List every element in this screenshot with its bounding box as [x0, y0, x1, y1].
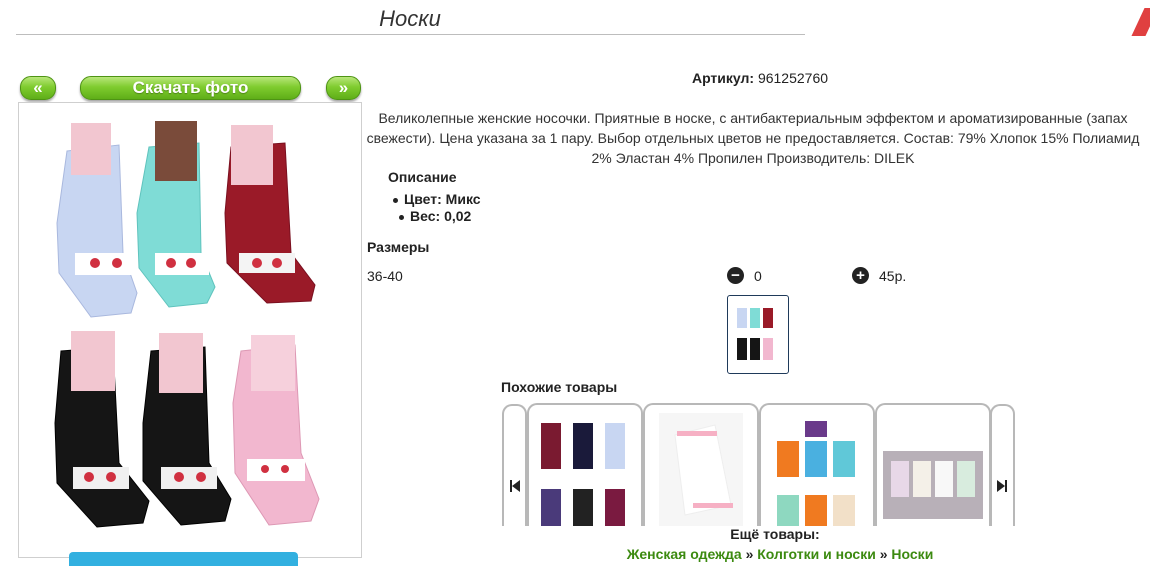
sock-black-1	[54, 331, 150, 528]
breadcrumb-separator: »	[745, 546, 754, 562]
article-value: 961252760	[757, 70, 829, 86]
close-icon[interactable]	[1131, 8, 1150, 36]
sizes-heading: Размеры	[367, 239, 430, 255]
sock-turquoise	[136, 121, 216, 308]
breadcrumb-womens-clothing[interactable]: Женская одежда	[627, 546, 742, 562]
attribute-weight: Вес: 0,02	[399, 208, 481, 225]
product-photo[interactable]	[18, 102, 362, 558]
attribute-color: Цвет: Микс	[393, 191, 481, 208]
quantity-value: 0	[754, 268, 762, 284]
product-thumbnail[interactable]	[727, 295, 789, 374]
article-label: Артикул:	[691, 70, 755, 86]
breadcrumb: Женская одежда » Колготки и носки » Носк…	[560, 546, 1000, 562]
plus-icon[interactable]: +	[852, 267, 869, 284]
download-photo-button[interactable]: Скачать фото	[80, 76, 301, 100]
carousel-next-button[interactable]	[990, 404, 1015, 526]
related-product-card[interactable]	[759, 403, 875, 526]
size-price: 45р.	[879, 268, 907, 284]
related-heading: Похожие товары	[501, 379, 618, 395]
product-description: Великолепные женские носочки. Приятные в…	[366, 110, 1140, 166]
sock-burgundy	[224, 125, 316, 304]
page-title: Носки	[379, 6, 441, 31]
sock-pink	[232, 335, 320, 526]
related-product-card[interactable]	[527, 403, 643, 526]
carousel-prev-button[interactable]	[502, 404, 527, 526]
article-number: Артикул: 961252760	[660, 70, 860, 86]
breadcrumb-tights-socks[interactable]: Колготки и носки	[757, 546, 876, 562]
sock-light-blue	[56, 123, 138, 318]
attribute-list: Цвет: Микс Вес: 0,02	[393, 191, 481, 225]
breadcrumb-socks[interactable]: Носки	[891, 546, 933, 562]
related-product-card[interactable]	[643, 403, 759, 526]
more-goods-label: Ещё товары:	[730, 526, 820, 542]
minus-icon[interactable]: −	[727, 267, 744, 284]
prev-photo-button[interactable]: «	[20, 76, 56, 100]
sock-black-2	[142, 333, 232, 526]
photo-tab[interactable]	[69, 552, 298, 566]
breadcrumb-separator: »	[879, 546, 888, 562]
related-product-card[interactable]	[875, 403, 991, 526]
title-divider	[16, 34, 805, 35]
next-photo-button[interactable]: »	[326, 76, 361, 100]
description-heading: Описание	[388, 169, 457, 185]
size-value: 36-40	[367, 268, 403, 284]
